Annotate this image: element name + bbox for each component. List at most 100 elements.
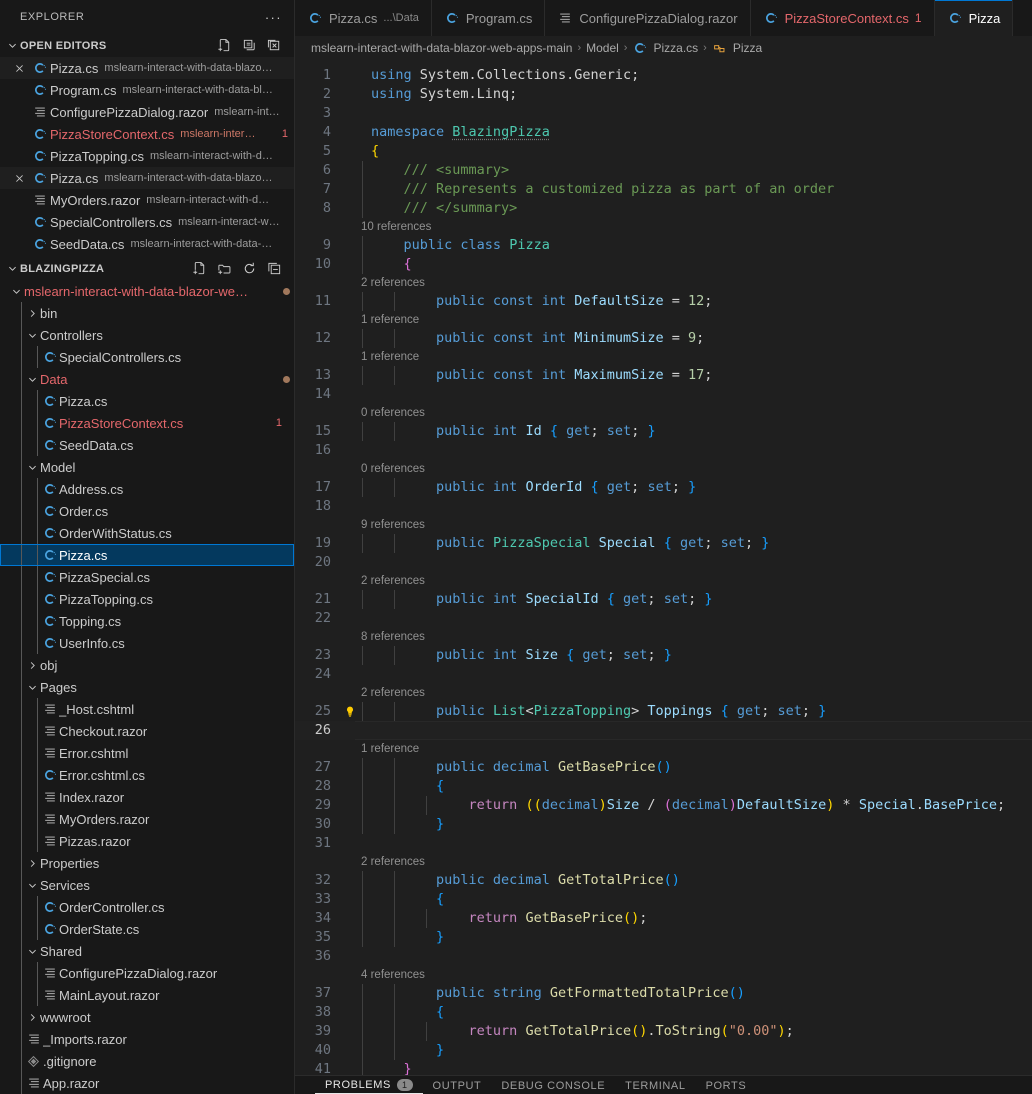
editor-tab[interactable]: ConfigurePizzaDialog.razor [545,0,751,36]
codelens-reference-count[interactable]: 2 references [295,684,425,703]
panel-tab[interactable]: TERMINAL [615,1080,695,1094]
codelens-reference-count[interactable]: 2 references [295,274,425,293]
breadcrumb-item[interactable]: Model [586,41,619,55]
code-line[interactable]: 25 public List<PizzaTopping> Toppings { … [295,702,1032,721]
codelens-reference-count[interactable]: 9 references [295,516,425,535]
tree-folder[interactable]: Model [0,456,294,478]
code-line[interactable]: 6 /// <summary> [295,161,1032,180]
code-line[interactable]: 8 /// </summary> [295,199,1032,218]
panel-tab[interactable]: OUTPUT [423,1080,492,1094]
breadcrumb-item[interactable]: Pizza.cs [632,40,698,56]
tree-file[interactable]: UserInfo.cs [0,632,294,654]
tree-file[interactable]: Order.cs [0,500,294,522]
chevron-down-icon[interactable] [24,682,40,693]
code-line[interactable]: 13 public const int MaximumSize = 17; [295,366,1032,385]
chevron-right-icon[interactable] [24,858,40,869]
code-line[interactable]: 29 return ((decimal)Size / (decimal)Defa… [295,796,1032,815]
codelens-reference-count[interactable]: 8 references [295,628,425,647]
close-all-editors-icon[interactable] [266,38,282,54]
code-line[interactable]: 35 } [295,928,1032,947]
tree-folder[interactable]: Properties [0,852,294,874]
tree-file[interactable]: Pizzas.razor [0,830,294,852]
code-line[interactable]: 1 using System.Collections.Generic; [295,66,1032,85]
tree-file[interactable]: App.razor [0,1072,294,1094]
tree-folder[interactable]: Controllers [0,324,294,346]
code-line[interactable]: 9 public class Pizza [295,236,1032,255]
code-line[interactable]: 31 [295,834,1032,853]
editor-tab[interactable]: PizzaStoreContext.cs 1 [750,0,935,36]
editor-tab[interactable]: Pizza.cs ...\Data [295,0,432,36]
code-line[interactable]: 22 [295,609,1032,628]
new-folder-icon[interactable] [216,261,232,277]
codelens-reference-count[interactable]: 2 references [295,853,425,872]
tree-folder[interactable]: mslearn-interact-with-data-blazor-we… [0,280,294,302]
code-line[interactable]: 7 /// Represents a customized pizza as p… [295,180,1032,199]
code-line[interactable]: 26 [295,721,1032,740]
open-editor-item[interactable]: Pizza.cs mslearn-interact-with-data-blazo… [0,57,294,80]
code-line[interactable]: 11 public const int DefaultSize = 12; [295,292,1032,311]
tree-folder[interactable]: Data [0,368,294,390]
tree-file[interactable]: OrderController.cs [0,896,294,918]
code-line[interactable]: 18 [295,497,1032,516]
new-file-icon[interactable] [191,261,207,277]
tree-file[interactable]: SpecialControllers.cs [0,346,294,368]
save-all-icon[interactable] [241,38,257,54]
open-editors-header[interactable]: OPEN EDITORS [0,34,294,58]
tree-file[interactable]: OrderWithStatus.cs [0,522,294,544]
editor-tab[interactable]: Program.cs [431,0,546,36]
explorer-more-actions-icon[interactable]: ··· [265,10,282,25]
code-line[interactable]: 38 { [295,1003,1032,1022]
close-icon[interactable] [8,173,30,184]
codelens-reference-count[interactable]: 1 reference [295,740,419,759]
open-editor-item[interactable]: PizzaStoreContext.cs mslearn-inter… 1 [0,123,294,145]
tree-file[interactable]: Topping.cs [0,610,294,632]
code-line[interactable]: 34 return GetBasePrice(); [295,909,1032,928]
code-line[interactable]: 28 { [295,777,1032,796]
panel-tab[interactable]: PROBLEMS 1 [315,1079,423,1094]
code-line[interactable]: 41 } [295,1060,1032,1075]
open-editor-item[interactable]: Pizza.cs mslearn-interact-with-data-blazo… [0,167,294,190]
panel-tab[interactable]: PORTS [696,1080,757,1094]
chevron-down-icon[interactable] [24,330,40,341]
tree-file[interactable]: Checkout.razor [0,720,294,742]
chevron-down-icon[interactable] [8,286,24,297]
codelens-reference-count[interactable]: 2 references [295,572,425,591]
codelens-reference-count[interactable]: 1 reference [295,348,419,367]
codelens-reference-count[interactable]: 0 references [295,404,425,423]
chevron-down-icon[interactable] [24,880,40,891]
code-line[interactable]: 33 { [295,890,1032,909]
code-line[interactable]: 32 public decimal GetTotalPrice() [295,871,1032,890]
codelens-reference-count[interactable]: 1 reference [295,311,419,330]
tree-file[interactable]: PizzaStoreContext.cs 1 [0,412,294,434]
open-editor-item[interactable]: MyOrders.razor mslearn-interact-with-d… [0,189,294,211]
workspace-header[interactable]: BLAZINGPIZZA [0,257,294,280]
chevron-right-icon[interactable] [24,308,40,319]
code-line[interactable]: 30 } [295,815,1032,834]
tree-folder[interactable]: Services [0,874,294,896]
tree-file[interactable]: Address.cs [0,478,294,500]
code-line[interactable]: 20 [295,553,1032,572]
collapse-all-icon[interactable] [266,261,282,277]
open-editor-item[interactable]: PizzaTopping.cs mslearn-interact-with-d… [0,145,294,167]
code-editor[interactable]: 1 using System.Collections.Generic; 2 using… [295,60,1032,1075]
code-line[interactable]: 3 [295,104,1032,123]
code-line[interactable]: 37 public string GetFormattedTotalPrice(… [295,984,1032,1003]
code-line[interactable]: 40 } [295,1041,1032,1060]
code-line[interactable]: 16 [295,441,1032,460]
code-line[interactable]: 39 return GetTotalPrice().ToString("0.00… [295,1022,1032,1041]
tree-folder[interactable]: obj [0,654,294,676]
code-line[interactable]: 10 { [295,255,1032,274]
tree-file[interactable]: _Host.cshtml [0,698,294,720]
chevron-down-icon[interactable] [24,374,40,385]
open-editor-item[interactable]: ConfigurePizzaDialog.razor mslearn-int… [0,101,294,123]
code-line[interactable]: 2 using System.Linq; [295,85,1032,104]
open-editor-item[interactable]: SpecialControllers.cs mslearn-interact-w… [0,211,294,233]
code-line[interactable]: 27 public decimal GetBasePrice() [295,758,1032,777]
codelens-reference-count[interactable]: 4 references [295,966,425,985]
tree-file[interactable]: Pizza.cs [0,544,294,566]
code-line[interactable]: 24 [295,665,1032,684]
tree-file[interactable]: MainLayout.razor [0,984,294,1006]
tree-folder[interactable]: wwwroot [0,1006,294,1028]
open-editor-item[interactable]: Program.cs mslearn-interact-with-data-bl… [0,79,294,101]
open-editor-item[interactable]: SeedData.cs mslearn-interact-with-data-… [0,233,294,255]
